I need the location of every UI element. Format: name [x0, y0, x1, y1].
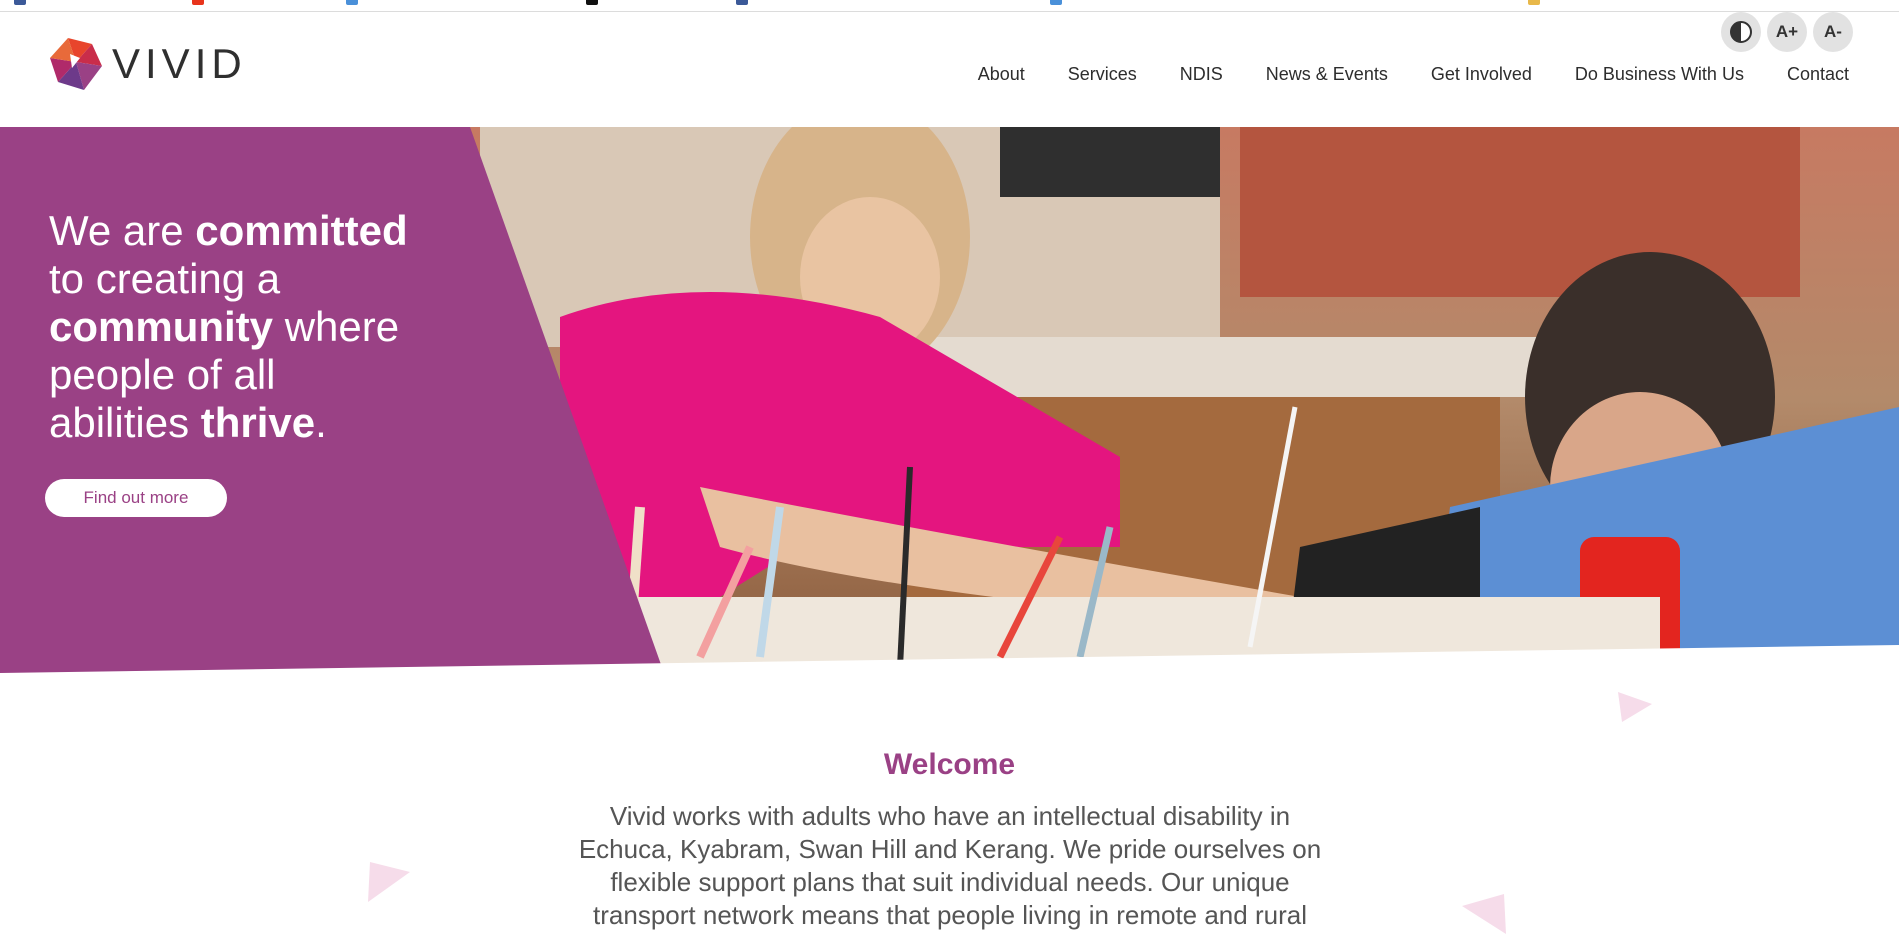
bookmark-icon[interactable] — [192, 0, 204, 5]
decrease-text-button[interactable]: A- — [1813, 12, 1853, 52]
nav-item-services[interactable]: Services — [1068, 64, 1137, 85]
decorative-triangle-icon — [368, 862, 410, 902]
decorative-triangle-icon — [1462, 894, 1506, 934]
welcome-paragraph: Vivid works with adults who have an inte… — [578, 801, 1322, 930]
site-logo[interactable]: VIVID — [48, 36, 247, 92]
bookmark-icon[interactable] — [1050, 0, 1062, 5]
headline-emphasis: thrive — [200, 399, 316, 446]
bookmark-icon[interactable] — [1528, 0, 1540, 5]
headline-text: where — [273, 303, 400, 350]
logo-wordmark: VIVID — [112, 40, 247, 87]
bookmark-icon[interactable] — [736, 0, 748, 5]
decorative-triangle-icon — [1618, 692, 1652, 722]
find-out-more-button[interactable]: Find out more — [45, 479, 227, 517]
increase-text-button[interactable]: A+ — [1767, 12, 1807, 52]
headline-emphasis: committed — [195, 207, 408, 254]
accessibility-controls: A+ A- — [1721, 12, 1853, 52]
headline-text: abilities — [49, 399, 201, 446]
headline-text: people of all — [49, 351, 276, 398]
bookmark-icon[interactable] — [14, 0, 26, 5]
welcome-heading: Welcome — [883, 748, 1016, 781]
contrast-toggle-button[interactable] — [1721, 12, 1761, 52]
nav-item-ndis[interactable]: NDIS — [1180, 64, 1223, 85]
headline-text: . — [315, 399, 327, 446]
nav-item-about[interactable]: About — [978, 64, 1025, 85]
headline-text: to creating a — [49, 255, 281, 302]
bookmark-icon[interactable] — [586, 0, 598, 5]
nav-item-contact[interactable]: Contact — [1787, 64, 1849, 85]
hero-headline: We are committed to creating a community… — [49, 207, 469, 447]
headline-text: We are — [49, 207, 196, 254]
vivid-logo-icon — [50, 38, 102, 90]
nav-item-do-business[interactable]: Do Business With Us — [1575, 64, 1744, 85]
hero-banner: We are committed to creating a community… — [0, 127, 1899, 673]
headline-emphasis: community — [49, 303, 274, 350]
contrast-icon — [1730, 21, 1752, 43]
nav-item-news-events[interactable]: News & Events — [1266, 64, 1388, 85]
site-header: VIVID A+ A- About Services NDIS News & E… — [0, 12, 1899, 127]
nav-item-get-involved[interactable]: Get Involved — [1431, 64, 1532, 85]
main-navigation: About Services NDIS News & Events Get In… — [978, 64, 1849, 85]
hero-content: We are committed to creating a community… — [49, 207, 469, 447]
bookmark-icon[interactable] — [346, 0, 358, 5]
bookmarks-bar-remnant — [0, 0, 1899, 12]
